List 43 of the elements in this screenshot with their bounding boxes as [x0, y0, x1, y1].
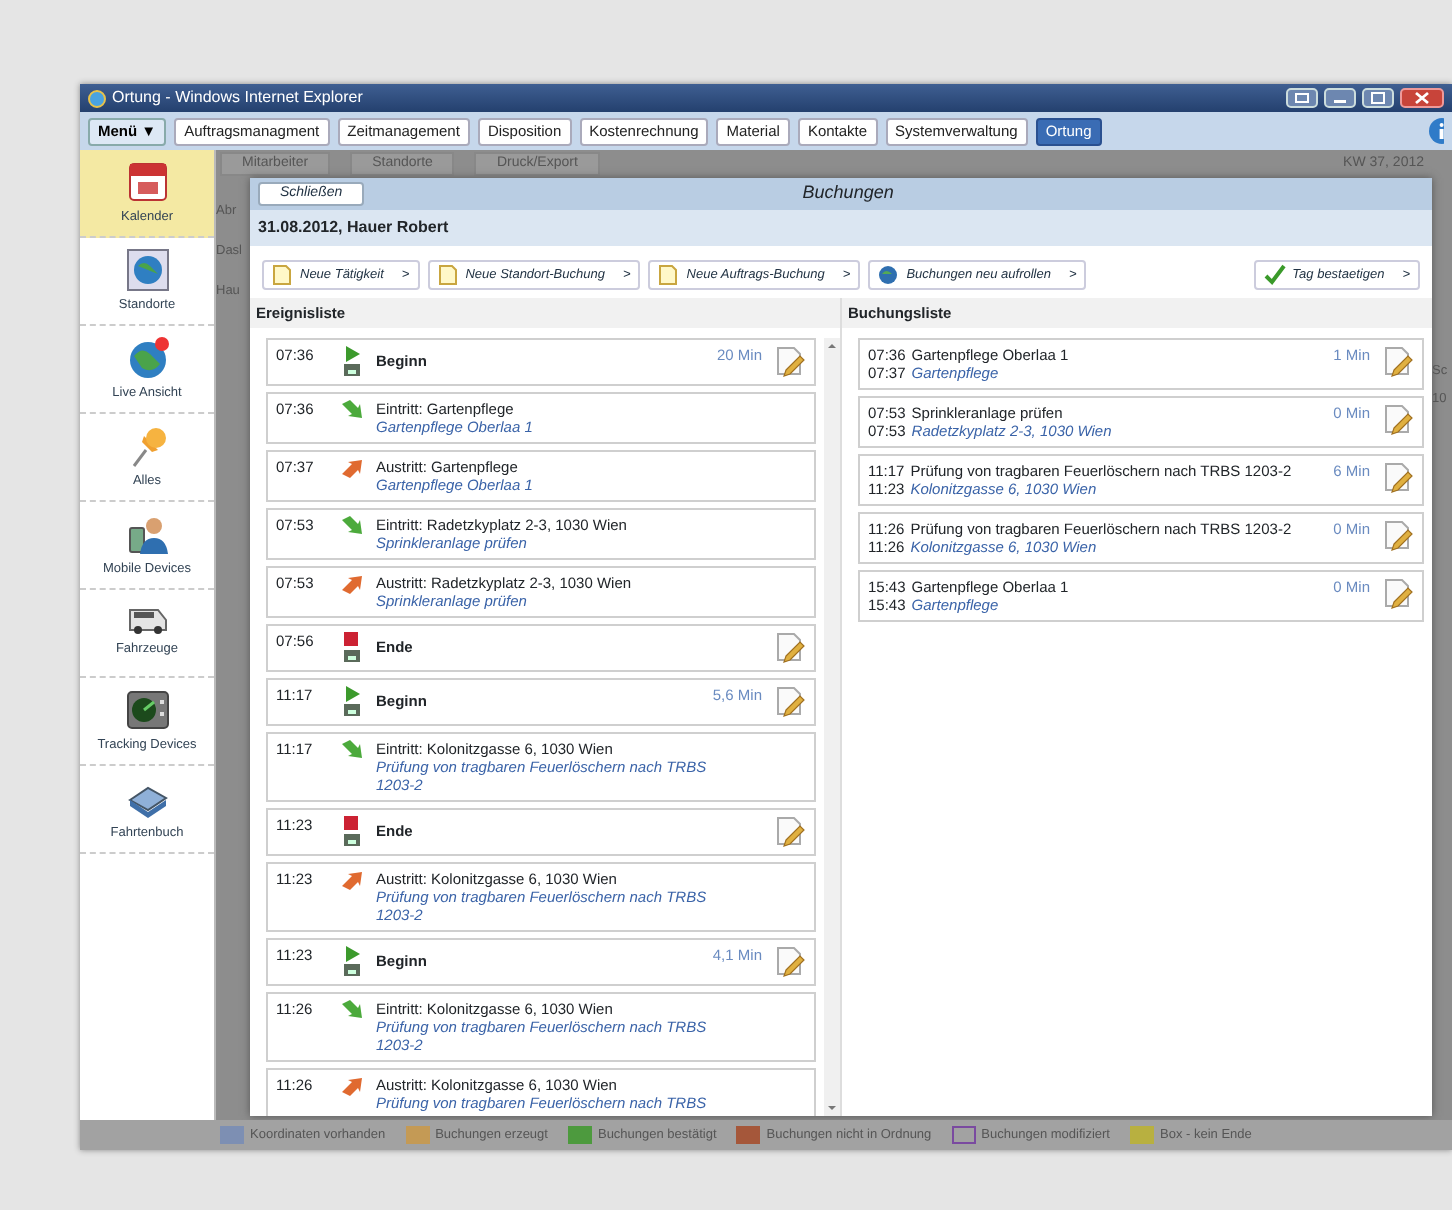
maximize-icon[interactable] [1362, 88, 1394, 108]
stop-icon [341, 632, 363, 665]
window-title: Ortung - Windows Internet Explorer [112, 86, 363, 110]
minimize-icon[interactable] [1324, 88, 1356, 108]
edit-icon[interactable] [1382, 578, 1414, 611]
date-employee-label: 31.08.2012, Hauer Robert [250, 210, 1432, 246]
edit-icon[interactable] [774, 816, 806, 849]
info-icon[interactable] [1428, 118, 1444, 144]
edit-icon[interactable] [774, 346, 806, 379]
edit-icon[interactable] [1382, 462, 1414, 495]
scroll-down-icon[interactable] [824, 1100, 840, 1116]
edit-icon[interactable] [1382, 404, 1414, 437]
close-icon[interactable] [1400, 88, 1444, 108]
edit-icon[interactable] [1382, 520, 1414, 553]
van-icon [127, 607, 167, 636]
globe-icon [878, 264, 901, 286]
flag-icon [341, 686, 363, 719]
check-icon [1264, 264, 1287, 286]
globe-icon [125, 247, 169, 292]
browser-icon [88, 89, 106, 107]
note-icon [658, 264, 681, 286]
edit-icon[interactable] [1382, 346, 1414, 379]
arrow-icon [340, 870, 364, 891]
flag-icon [341, 946, 363, 979]
globe-icon [125, 335, 169, 380]
stop-icon [341, 816, 363, 849]
note-icon [437, 264, 460, 286]
arrow-icon [340, 458, 364, 479]
note-icon [272, 264, 294, 286]
flag-icon [341, 346, 363, 379]
restore-icon[interactable] [1286, 88, 1318, 108]
edit-icon[interactable] [774, 946, 806, 979]
arrow-icon [340, 516, 364, 537]
arrow-icon [340, 1000, 364, 1021]
arrow-icon [340, 400, 364, 421]
calendar-icon [125, 159, 169, 204]
dialog-title: Buchungen [800, 180, 896, 207]
radar-icon [125, 687, 169, 732]
arrow-icon [340, 574, 364, 595]
arrow-icon [340, 1076, 364, 1097]
arrow-icon [340, 740, 364, 761]
edit-icon[interactable] [774, 686, 806, 719]
edit-icon[interactable] [774, 632, 806, 665]
